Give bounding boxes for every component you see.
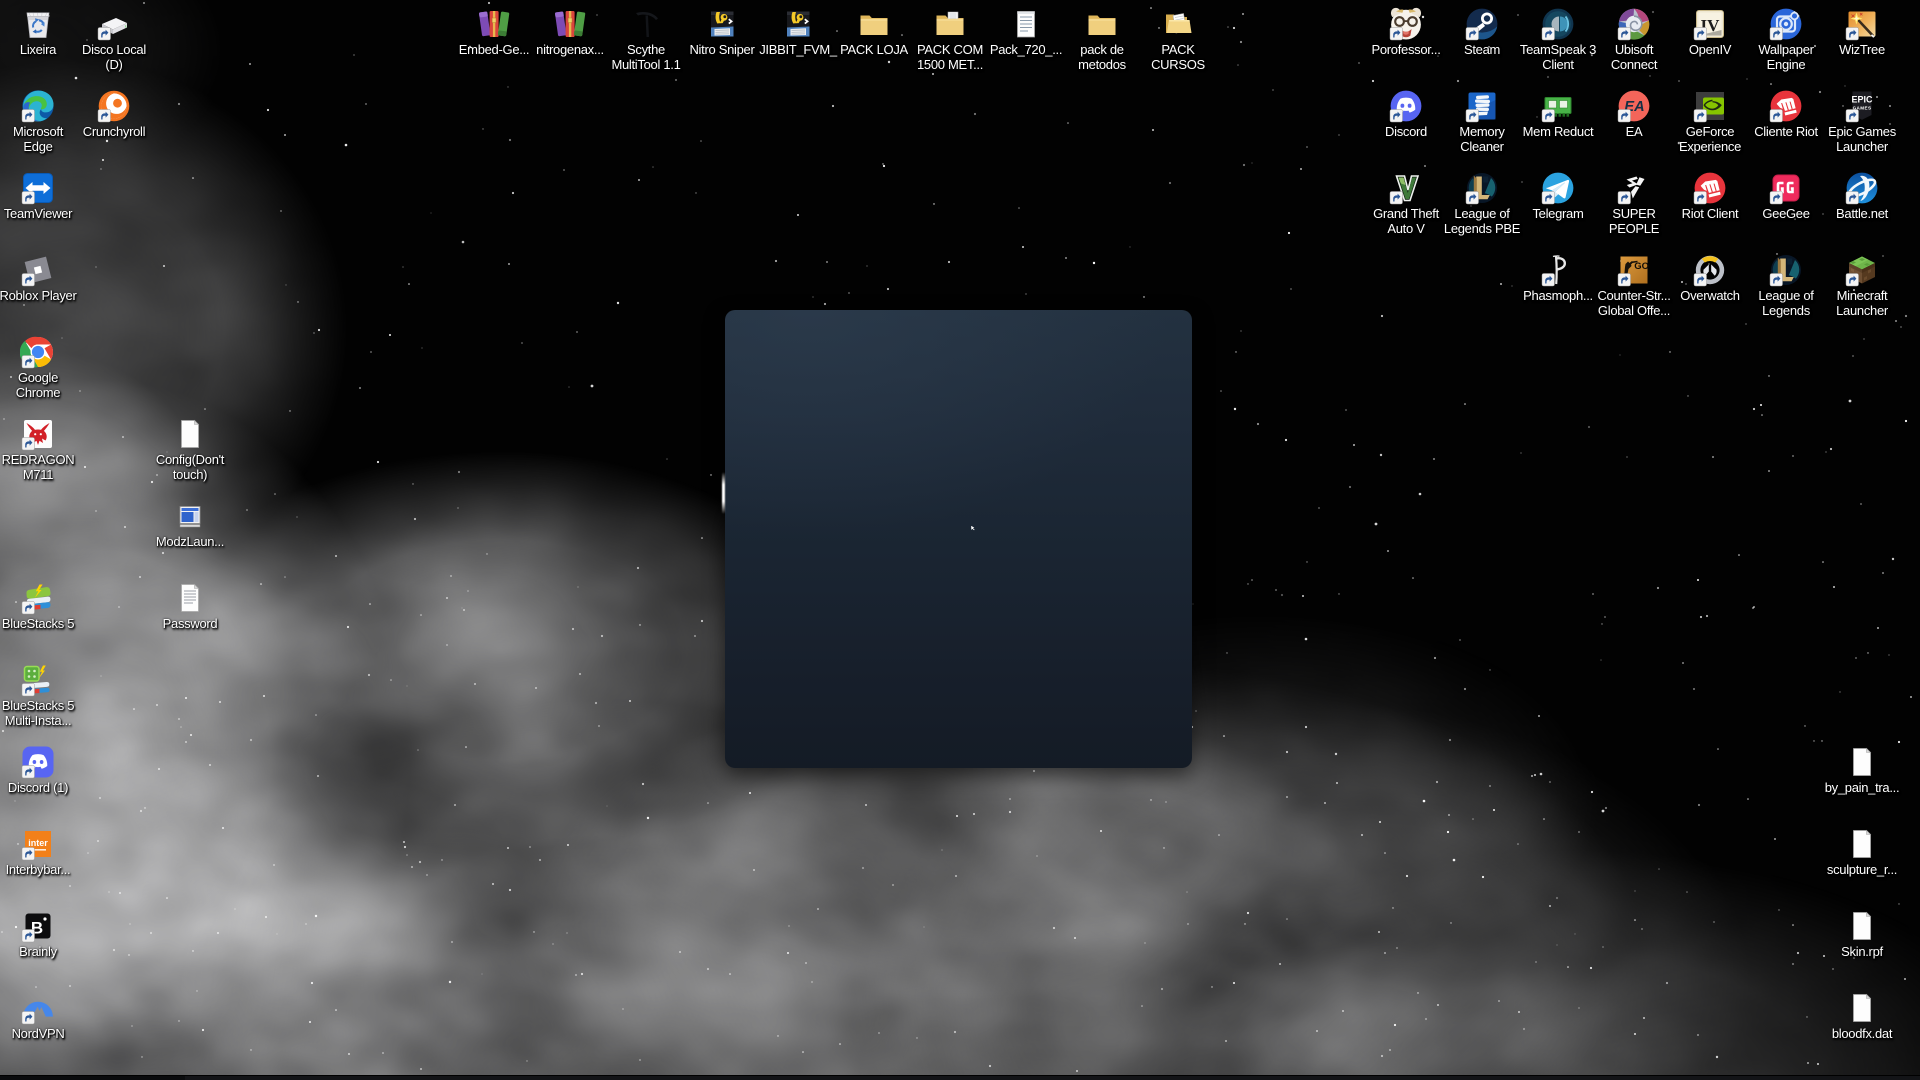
svg-text:inter: inter [28,838,48,848]
svg-text:EPIC: EPIC [1851,95,1873,105]
svg-text:GO: GO [1634,261,1649,272]
